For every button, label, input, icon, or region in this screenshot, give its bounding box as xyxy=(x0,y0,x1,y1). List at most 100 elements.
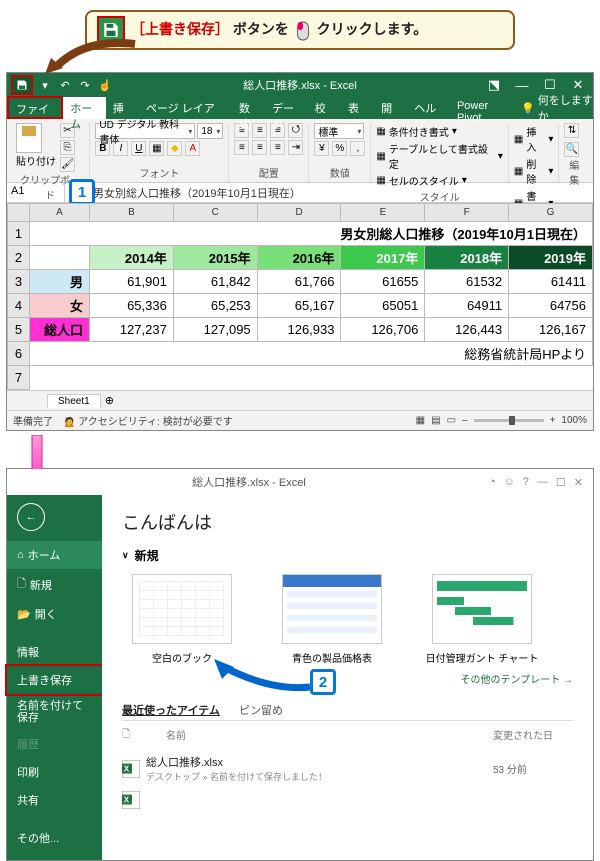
source-label[interactable]: 総務省統計局HPより xyxy=(30,342,593,366)
paste-icon[interactable] xyxy=(16,123,42,153)
name-box[interactable]: A1 xyxy=(7,183,65,202)
user-icon[interactable]: ◔ xyxy=(489,476,496,488)
currency-icon[interactable]: ¥ xyxy=(314,141,329,156)
step-1-badge: 1 xyxy=(69,179,95,205)
sidebar-open[interactable]: 📂開く xyxy=(7,600,102,628)
align-left-icon[interactable]: ≡ xyxy=(234,140,249,155)
font-size-select[interactable]: 18 xyxy=(197,123,223,139)
number-format-select[interactable]: 標準 xyxy=(314,123,364,139)
qat-redo-icon[interactable]: ↷ xyxy=(77,77,93,93)
zoom-slider[interactable] xyxy=(474,419,544,422)
file-list-header: 🗋 名前 変更された日 xyxy=(122,721,573,750)
group-cells: ▦ 挿入 ▾ ▦ 削除 ▾ ▦ 書式 ▾ セル xyxy=(509,123,560,182)
tab-data[interactable]: データ xyxy=(265,97,308,119)
recent-tabs: 最近使ったアイテム ピン留め xyxy=(122,702,573,721)
tab-recent[interactable]: 最近使ったアイテム xyxy=(122,705,220,717)
close-button[interactable]: ✕ xyxy=(574,476,583,489)
qat-undo-icon[interactable]: ↶ xyxy=(57,77,73,93)
step-2-badge: 2 xyxy=(310,669,336,695)
conditional-formatting[interactable]: ▦条件付き書式 ▾ xyxy=(376,123,503,140)
status-ready: 準備完了 xyxy=(13,413,53,428)
backstage-title: 総人口推移.xlsx - Excel xyxy=(13,474,485,490)
backstage-window: 総人口推移.xlsx - Excel ◔ ☺ ? — ☐ ✕ ← ⌂ホーム 🗋新… xyxy=(6,468,594,861)
align-right-icon[interactable]: ≡ xyxy=(270,140,285,155)
help-icon[interactable]: ? xyxy=(523,476,529,488)
formula-bar[interactable]: 男女別総人口推移（2019年10月1日現在） xyxy=(89,183,593,202)
sidebar-save[interactable]: 上書き保存 xyxy=(5,664,104,696)
tab-pinned[interactable]: ピン留め xyxy=(239,705,283,717)
indent-icon[interactable]: ⇥ xyxy=(288,140,303,155)
zoom-out-icon[interactable]: – xyxy=(462,415,468,426)
find-icon[interactable]: 🔍 xyxy=(564,142,579,157)
sheet-tab-1[interactable]: Sheet1 xyxy=(47,394,101,408)
group-editing: ⇅ 🔍 編集 xyxy=(559,123,589,182)
tab-view[interactable]: 表示 xyxy=(341,97,374,119)
ribbon-tabs: ファイル ホーム 挿入 ページ レイアウト 数式 データ 校閲 表示 開発 ヘル… xyxy=(7,97,593,119)
data-row: 5総人口 127,237127,095126,933126,706126,443… xyxy=(8,318,593,342)
sidebar-share[interactable]: 共有 xyxy=(7,786,102,814)
sheet-grid[interactable]: ABCDEFG 1男女別総人口推移（2019年10月1日現在） 2 2014年 … xyxy=(7,203,593,390)
font-name-select[interactable]: UD デジタル 教科書体 xyxy=(95,123,195,139)
view-normal-icon[interactable]: ▦ xyxy=(416,415,425,426)
comma-icon[interactable]: , xyxy=(350,141,365,156)
orientation-icon[interactable]: ⭯ xyxy=(288,123,303,138)
accessibility-status[interactable]: 🙍 アクセシビリティ: 検討が必要です xyxy=(63,413,233,428)
template-price[interactable]: 青色の製品価格表 xyxy=(272,574,392,665)
tab-help[interactable]: ヘルプ xyxy=(407,97,450,119)
sheet-title[interactable]: 男女別総人口推移（2019年10月1日現在） xyxy=(30,222,593,246)
format-as-table[interactable]: ▦テーブルとして書式設定 ▾ xyxy=(376,140,503,172)
minimize-button[interactable]: — xyxy=(511,78,533,93)
backstage-sidebar: ← ⌂ホーム 🗋新規 📂開く 情報 上書き保存 名前を付けて保存 履歴 印刷 共… xyxy=(7,495,102,860)
tab-formulas[interactable]: 数式 xyxy=(232,97,265,119)
excel-window-main: ▾ ↶ ↷ ☝ 総人口推移.xlsx - Excel ⬔ — ☐ ✕ ファイル … xyxy=(6,72,594,431)
data-row: 4女 65,33665,25365,167650516491164756 xyxy=(8,294,593,318)
mouse-icon xyxy=(295,21,311,41)
sidebar-new[interactable]: 🗋新規 xyxy=(7,569,102,600)
align-center-icon[interactable]: ≡ xyxy=(252,140,267,155)
tab-review[interactable]: 校閲 xyxy=(308,97,341,119)
sort-filter-icon[interactable]: ⇅ xyxy=(564,123,579,138)
insert-cells[interactable]: ▦ 挿入 ▾ xyxy=(514,123,554,155)
back-button[interactable]: ← xyxy=(17,503,45,531)
banner-text: ［上書き保存］ ボタンを クリックします。 xyxy=(131,19,427,40)
svg-text:X: X xyxy=(124,764,130,773)
format-painter-icon[interactable]: 🖌 xyxy=(60,157,75,172)
sidebar-save-as[interactable]: 名前を付けて保存 xyxy=(7,694,102,730)
tell-me[interactable]: 💡何をしますか xyxy=(521,97,593,119)
percent-icon[interactable]: % xyxy=(332,141,347,156)
view-break-icon[interactable]: ▭ xyxy=(447,415,456,426)
face-icon[interactable]: ☺ xyxy=(504,476,515,488)
sidebar-print[interactable]: 印刷 xyxy=(7,758,102,786)
qat-dropdown-icon[interactable]: ▾ xyxy=(37,77,53,93)
qat-save-button[interactable] xyxy=(11,75,33,95)
maximize-button[interactable]: ☐ xyxy=(556,476,566,489)
sheet-tabs: Sheet1 ⊕ xyxy=(7,390,593,410)
paste-label: 貼り付け xyxy=(16,153,56,168)
ribbon-display-icon[interactable]: ⬔ xyxy=(483,77,505,93)
recent-file-row[interactable]: X 総人口推移.xlsx デスクトップ » 名前を付けて保存しました！ 53 分… xyxy=(122,750,573,787)
new-sheet-button[interactable]: ⊕ xyxy=(105,394,114,407)
minimize-button[interactable]: — xyxy=(537,476,548,488)
align-middle-icon[interactable]: ≡ xyxy=(252,123,267,138)
tab-file[interactable]: ファイル xyxy=(7,96,63,119)
year-header-row: 2 2014年 2015年 2016年 2017年 2018年 2019年 xyxy=(8,246,593,270)
svg-text:X: X xyxy=(124,796,130,805)
close-button[interactable]: ✕ xyxy=(567,77,589,93)
template-blank[interactable]: 空白のブック xyxy=(122,574,242,665)
zoom-level[interactable]: 100% xyxy=(561,415,587,426)
sidebar-info[interactable]: 情報 xyxy=(7,638,102,666)
new-section-header[interactable]: ∨新規 xyxy=(122,547,573,564)
font-color-button[interactable]: A xyxy=(185,141,200,156)
template-gantt[interactable]: 日付管理ガント チャート xyxy=(422,574,542,665)
zoom-in-icon[interactable]: + xyxy=(550,415,556,426)
qat-touch-icon[interactable]: ☝ xyxy=(97,77,113,93)
tab-developer[interactable]: 開発 xyxy=(374,97,407,119)
sidebar-home[interactable]: ⌂ホーム xyxy=(7,541,102,569)
sidebar-other[interactable]: その他... xyxy=(7,824,102,852)
maximize-button[interactable]: ☐ xyxy=(539,77,561,93)
more-templates-link[interactable]: その他のテンプレート → xyxy=(122,671,573,686)
copy-icon[interactable]: ⎘ xyxy=(60,140,75,155)
view-page-icon[interactable]: ▤ xyxy=(431,415,440,426)
tab-powerpivot[interactable]: Power Pivot xyxy=(450,97,515,119)
recent-file-row-empty[interactable]: X xyxy=(122,787,573,813)
